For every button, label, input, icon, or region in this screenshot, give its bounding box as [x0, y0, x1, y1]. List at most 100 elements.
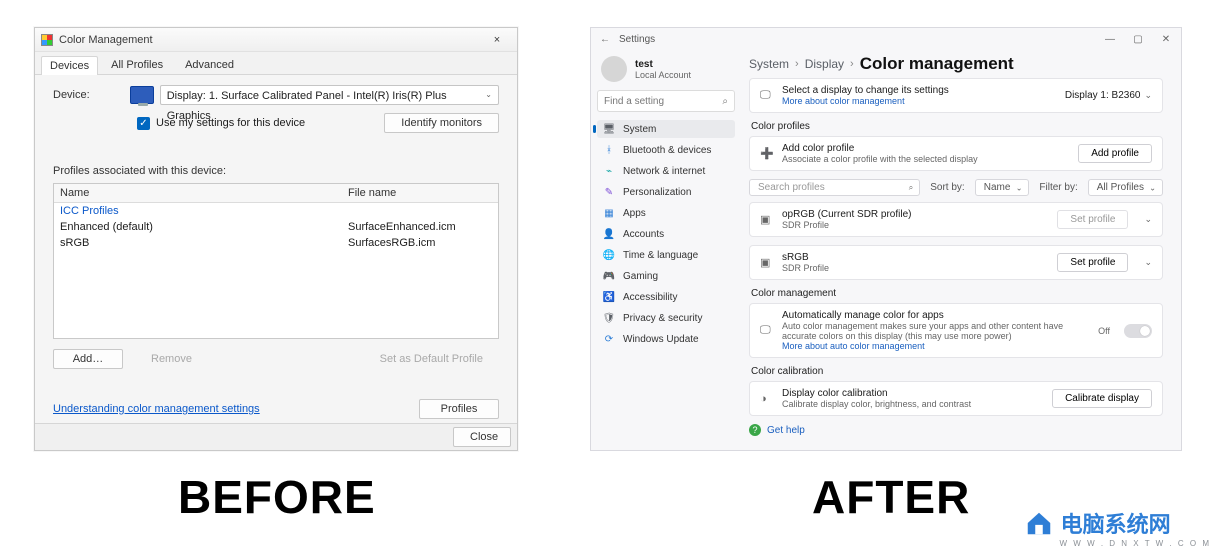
chevron-down-icon[interactable]: ⌄ — [1144, 214, 1152, 225]
titlebar[interactable]: ← Settings — ▢ ✕ — [591, 28, 1181, 50]
search-profiles-placeholder: Search profiles — [758, 182, 825, 193]
device-dropdown[interactable]: Display: 1. Surface Calibrated Panel - I… — [160, 85, 499, 105]
maximize-icon[interactable]: ▢ — [1129, 34, 1147, 45]
sidebar-item-label: Bluetooth & devices — [623, 145, 711, 156]
nav-icon: 🛡 — [603, 312, 615, 324]
add-profile-card: ➕ Add color profile Associate a color pr… — [749, 136, 1163, 171]
close-icon[interactable]: × — [483, 28, 511, 52]
help-link[interactable]: Understanding color management settings — [53, 403, 260, 415]
watermark-en: W W W . D N X T W . C O M — [1060, 539, 1211, 548]
back-icon[interactable]: ← — [597, 34, 613, 45]
sort-value: Name — [984, 182, 1011, 193]
chevron-right-icon: › — [850, 58, 854, 70]
more-about-link[interactable]: More about color management — [782, 96, 949, 106]
calibration-title: Display color calibration — [782, 388, 971, 399]
display-value[interactable]: Display 1: B2360 — [1065, 90, 1141, 101]
page-title: Color management — [860, 54, 1014, 74]
auto-color-icon: 🖵 — [760, 324, 774, 337]
sidebar-item-accessibility[interactable]: ♿ Accessibility — [597, 288, 735, 306]
sidebar-item-network-internet[interactable]: ⌁Network & internet — [597, 162, 735, 180]
list-header[interactable]: Name File name — [54, 184, 498, 203]
nav-icon: ▦ — [603, 207, 615, 219]
profile-file: SurfacesRGB.icm — [342, 235, 498, 251]
avatar — [601, 56, 627, 82]
set-profile-button[interactable]: Set profile — [1057, 253, 1128, 272]
col-file[interactable]: File name — [342, 184, 498, 202]
nav-list: 🖥System ᚼBluetooth & devices ⌁Network & in… — [597, 120, 735, 348]
chevron-down-icon[interactable]: ⌄ — [1144, 257, 1152, 268]
legacy-color-management-window: Color Management × Devices All Profiles … — [34, 27, 518, 451]
titlebar[interactable]: Color Management × — [35, 28, 517, 52]
sidebar-item-label: Windows Update — [623, 334, 699, 345]
sidebar: test Local Account Find a setting ⌕ 🖥Sys… — [591, 50, 741, 450]
sidebar-item-accounts[interactable]: 👤Accounts — [597, 225, 735, 243]
sidebar-item-apps[interactable]: ▦Apps — [597, 204, 735, 222]
auto-color-card: 🖵 Automatically manage color for apps Au… — [749, 303, 1163, 358]
section-color-management: Color management — [751, 288, 1163, 299]
filter-value: All Profiles — [1097, 182, 1144, 193]
list-item[interactable]: sRGB SurfacesRGB.icm — [54, 235, 498, 251]
sidebar-item-gaming[interactable]: 🎮Gaming — [597, 267, 735, 285]
sidebar-item-system[interactable]: 🖥System — [597, 120, 735, 138]
add-button[interactable]: Add… — [53, 349, 123, 369]
search-placeholder: Find a setting — [604, 96, 722, 107]
profile-card: ▣sRGBSDR ProfileSet profile⌄ — [749, 245, 1163, 280]
sidebar-item-windows-update[interactable]: ⟳ Windows Update — [597, 330, 735, 348]
search-profiles-input[interactable]: Search profiles ⌕ — [749, 179, 920, 196]
sidebar-item-time-language[interactable]: 🌐Time & language — [597, 246, 735, 264]
use-settings-checkbox[interactable]: ✓ Use my settings for this device — [137, 117, 305, 130]
crumb-display[interactable]: Display — [805, 57, 844, 71]
profile-icon: ▣ — [760, 213, 774, 226]
remove-button[interactable]: Remove — [135, 350, 208, 368]
user-block[interactable]: test Local Account — [597, 52, 735, 90]
get-help-link[interactable]: Get help — [767, 425, 805, 436]
help-icon: ? — [749, 424, 761, 436]
crumb-system[interactable]: System — [749, 57, 789, 71]
calibration-icon: ◑ — [760, 393, 774, 405]
sidebar-item-label: Accessibility — [623, 292, 677, 303]
search-input[interactable]: Find a setting ⌕ — [597, 90, 735, 112]
profiles-associated-label: Profiles associated with this device: — [53, 165, 499, 177]
toggle-label: Off — [1098, 326, 1110, 336]
display-selector-card: 🖵 Select a display to change its setting… — [749, 78, 1163, 113]
watermark: 电脑系统网 W W W . D N X T W . C O M — [1024, 507, 1211, 548]
set-default-button[interactable]: Set as Default Profile — [364, 350, 499, 368]
sidebar-item-bluetooth-devices[interactable]: ᚼBluetooth & devices — [597, 141, 735, 159]
nav-icon: 🖥 — [603, 123, 615, 135]
minimize-icon[interactable]: — — [1101, 34, 1119, 45]
display-selector-title: Select a display to change its settings — [782, 85, 949, 96]
auto-color-toggle[interactable] — [1124, 324, 1152, 338]
sidebar-item-privacy-security[interactable]: 🛡Privacy & security — [597, 309, 735, 327]
calibration-subtitle: Calibrate display color, brightness, and… — [782, 399, 971, 409]
sort-dropdown[interactable]: Name ⌄ — [975, 179, 1030, 196]
plus-icon: ➕ — [760, 147, 774, 160]
user-name: test — [635, 59, 691, 70]
col-name[interactable]: Name — [54, 184, 342, 202]
set-profile-button[interactable]: Set profile — [1057, 210, 1128, 229]
nav-icon: ♿ — [603, 291, 615, 303]
sidebar-item-personalization[interactable]: ✎Personalization — [597, 183, 735, 201]
calibrate-display-button[interactable]: Calibrate display — [1052, 389, 1152, 408]
filter-dropdown[interactable]: All Profiles ⌄ — [1088, 179, 1163, 196]
window-title: Color Management — [59, 28, 153, 52]
sidebar-item-label: Gaming — [623, 271, 658, 282]
auto-color-subtitle: Auto color management makes sure your ap… — [782, 321, 1090, 341]
close-button[interactable]: Close — [453, 427, 511, 447]
sort-label: Sort by: — [930, 182, 964, 193]
tab-advanced[interactable]: Advanced — [176, 55, 243, 74]
auto-color-link[interactable]: More about auto color management — [782, 341, 1090, 351]
filter-label: Filter by: — [1039, 182, 1077, 193]
close-icon[interactable]: ✕ — [1157, 34, 1175, 45]
sidebar-item-label: Personalization — [623, 187, 691, 198]
nav-icon: 👤 — [603, 228, 615, 240]
list-group: ICC Profiles — [54, 203, 498, 219]
add-profile-button[interactable]: Add profile — [1078, 144, 1152, 163]
nav-icon: ⟳ — [603, 333, 615, 345]
chevron-down-icon: ⌄ — [1016, 183, 1023, 192]
tab-devices[interactable]: Devices — [41, 56, 98, 75]
profiles-button[interactable]: Profiles — [419, 399, 499, 419]
identify-monitors-button[interactable]: Identify monitors — [384, 113, 499, 133]
list-item[interactable]: Enhanced (default) SurfaceEnhanced.icm — [54, 219, 498, 235]
user-subtitle: Local Account — [635, 70, 691, 80]
tab-all-profiles[interactable]: All Profiles — [102, 55, 172, 74]
